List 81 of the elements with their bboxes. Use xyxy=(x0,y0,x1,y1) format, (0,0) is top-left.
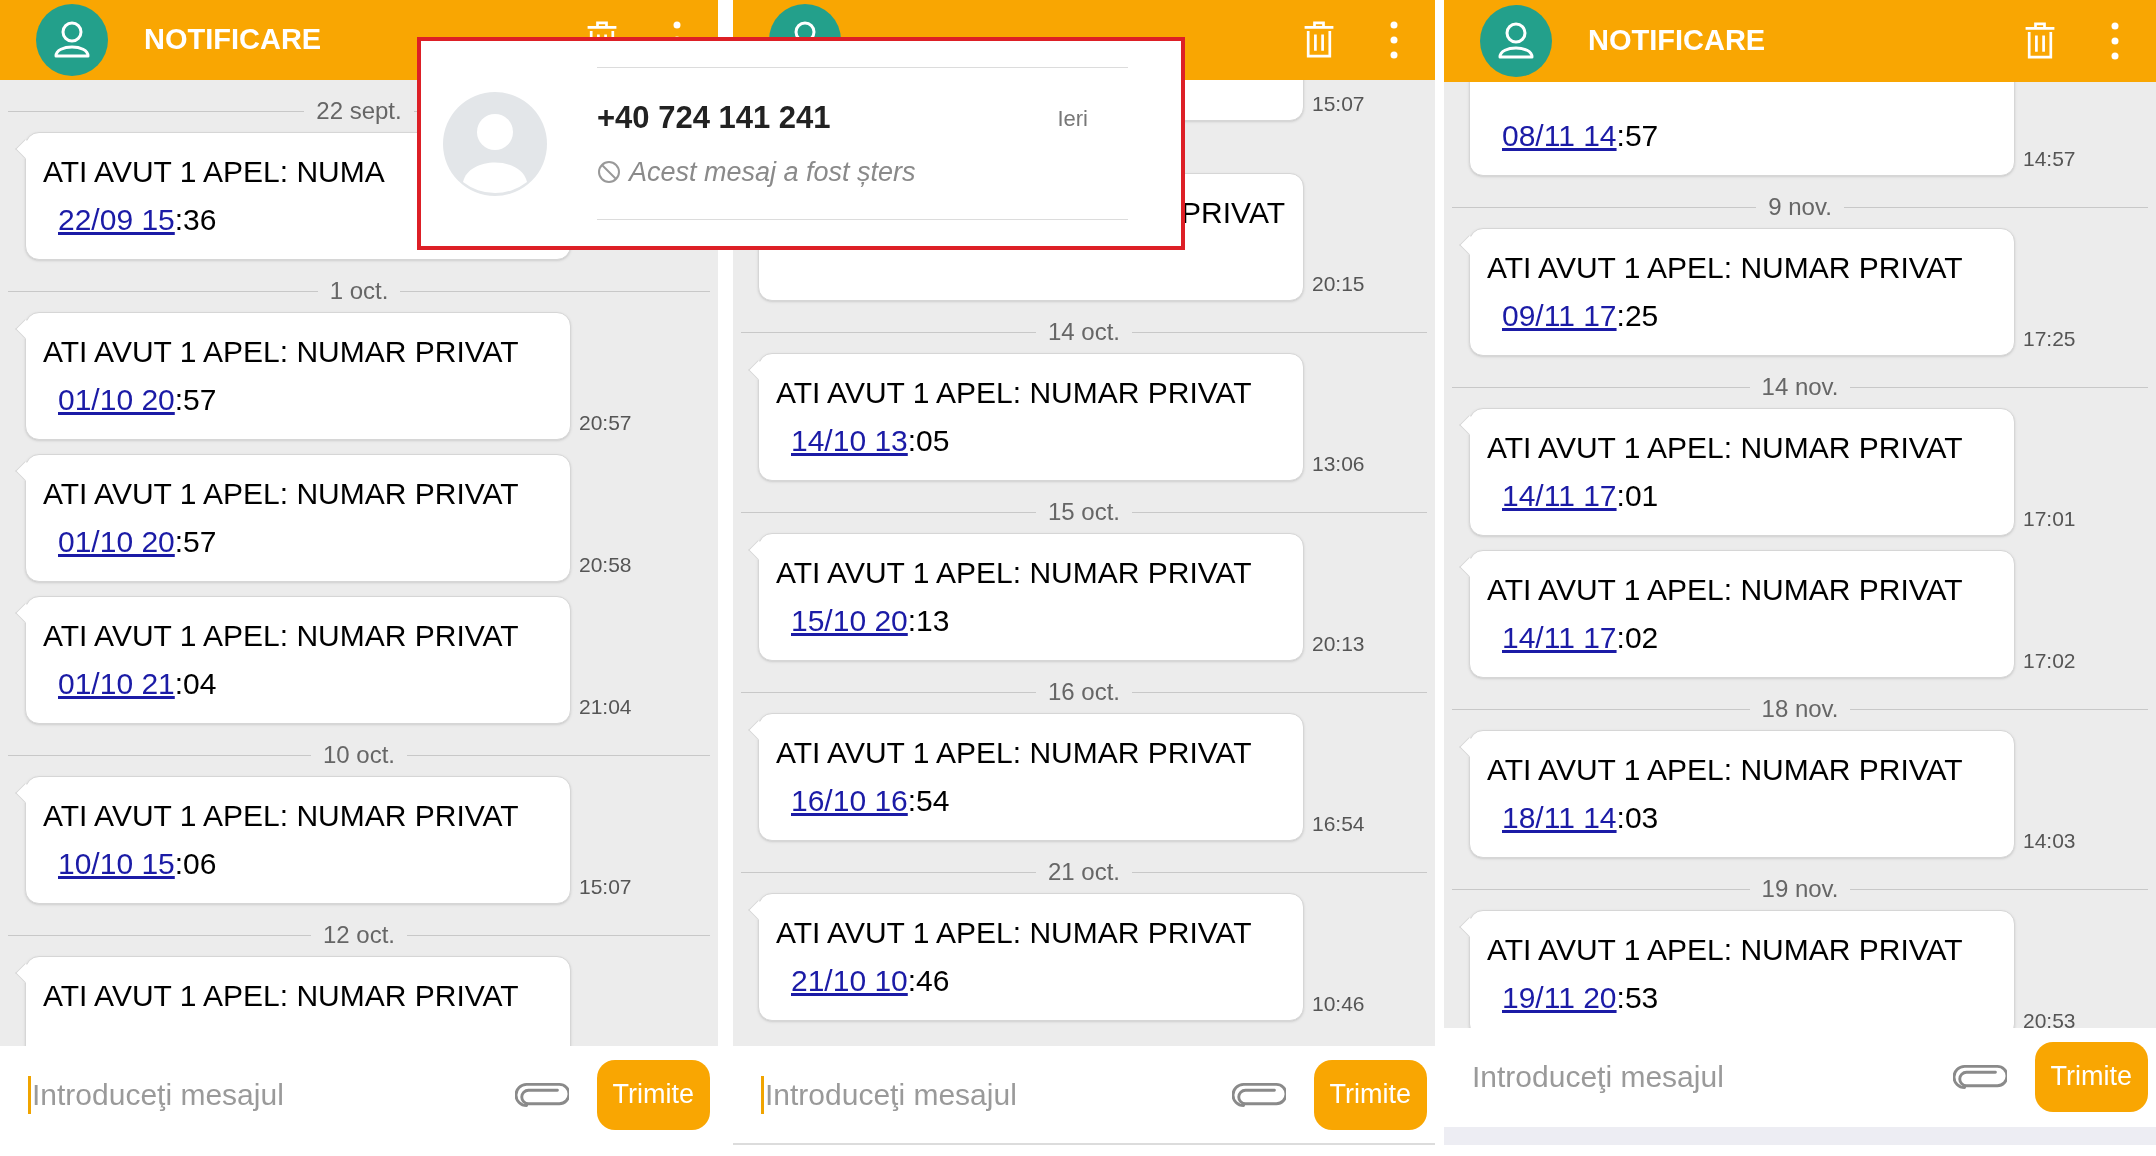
date-link[interactable]: 14/10 13 xyxy=(791,417,908,463)
date-link[interactable]: 08/11 14 xyxy=(1502,112,1617,158)
message-text: ATI AVUT 1 APEL: NUMAR PRIVAT xyxy=(776,374,1252,411)
date-link[interactable]: 09/11 17 xyxy=(1502,292,1617,338)
message-time: 15:07 xyxy=(1312,90,1365,117)
message-time: 21:04 xyxy=(579,693,632,720)
message-text: :06 xyxy=(174,845,217,882)
message-text: :25 xyxy=(1616,297,1659,334)
date-link[interactable]: 16/10 16 xyxy=(791,777,908,823)
notification-time: Ieri xyxy=(1057,104,1088,133)
date-link[interactable]: 18/11 14 xyxy=(1502,794,1617,840)
date-separator: 15 oct. xyxy=(1048,500,1121,524)
sender-name: +40 724 141 241 xyxy=(597,99,831,137)
message-text: ATI AVUT 1 APEL: NUMAR PRIVAT xyxy=(1487,931,1963,968)
date-link[interactable]: 14/11 17 xyxy=(1502,614,1617,660)
date-link[interactable]: 01/10 20 xyxy=(58,518,175,564)
message-time: 15:07 xyxy=(579,873,632,900)
message-time: 20:57 xyxy=(579,409,632,436)
date-link[interactable]: 01/10 21 xyxy=(58,660,175,706)
message-text: :57 xyxy=(174,381,217,418)
message-text: :03 xyxy=(1616,799,1659,836)
date-separator: 1 oct. xyxy=(329,279,389,303)
date-link[interactable]: 19/11 20 xyxy=(1502,974,1617,1020)
message-text: ATI AVUT 1 APEL: NUMAR PRIVAT xyxy=(43,977,519,1014)
message-text: :54 xyxy=(907,782,950,819)
message-text: :57 xyxy=(1616,117,1659,154)
message-text: ATI AVUT 1 APEL: NUMAR PRIVAT xyxy=(43,797,519,834)
message-text: :05 xyxy=(907,422,950,459)
message-time: 16:54 xyxy=(1312,810,1365,837)
message-time: 10:46 xyxy=(1312,990,1365,1017)
date-separator: 9 nov. xyxy=(1768,195,1832,219)
date-separator: 18 nov. xyxy=(1761,697,1839,721)
message-text: ATI AVUT 1 APEL: NUMAR PRIVAT xyxy=(776,914,1252,951)
message-time: 17:02 xyxy=(2023,647,2076,674)
date-link[interactable]: 21/10 10 xyxy=(791,957,908,1003)
message-text: :36 xyxy=(174,201,217,238)
message-text: ATI AVUT 1 APEL: NUMAR PRIVAT xyxy=(1487,249,1963,286)
date-separator: 21 oct. xyxy=(1048,860,1121,884)
message-time: 13:06 xyxy=(1312,450,1365,477)
placeholder-text: Introduceţi mesajul xyxy=(1472,1059,1724,1095)
message-text: ATI AVUT 1 APEL: NUMAR PRIVAT xyxy=(776,554,1252,591)
message-text: ATI AVUT 1 APEL: NUMAR PRIVAT xyxy=(43,617,519,654)
message-time: 20:13 xyxy=(1312,630,1365,657)
message-text: :57 xyxy=(174,523,217,560)
message-time: 17:25 xyxy=(2023,325,2076,352)
message-time: 17:01 xyxy=(2023,505,2076,532)
message-time: 20:15 xyxy=(1312,270,1365,297)
message-text: ATI AVUT 1 APEL: NUMAR PRIVAT xyxy=(43,475,519,512)
message-text: ATI AVUT 1 APEL: NUMAR PRIVAT xyxy=(1487,429,1963,466)
message-text: :04 xyxy=(174,665,217,702)
date-link[interactable]: 22/09 15 xyxy=(58,196,175,242)
message-time: 14:03 xyxy=(2023,827,2076,854)
date-separator: 19 nov. xyxy=(1761,877,1839,901)
message-text: ATI AVUT 1 APEL: NUMA xyxy=(43,153,385,190)
header-title: NOTIFICARE xyxy=(1588,24,1766,57)
message-text: :13 xyxy=(907,602,950,639)
placeholder-text: Introduceţi mesajul xyxy=(32,1077,284,1113)
message-time: 20:53 xyxy=(2023,1007,2076,1028)
message-time: 20:58 xyxy=(579,551,632,578)
message-text: :02 xyxy=(1616,619,1659,656)
date-separator: 16 oct. xyxy=(1048,680,1121,704)
date-link[interactable]: 15/10 20 xyxy=(791,597,908,643)
header-title: NOTIFICARE xyxy=(144,23,322,56)
placeholder-text: Introduceţi mesajul xyxy=(765,1077,1017,1113)
date-separator: 14 oct. xyxy=(1048,320,1121,344)
message-text: :53 xyxy=(1616,979,1659,1016)
message-text: ATI AVUT 1 APEL: NUMAR PRIVAT xyxy=(776,734,1252,771)
message-time: 14:57 xyxy=(2023,145,2076,172)
message-text: ATI AVUT 1 APEL: NUMAR PRIVAT xyxy=(1487,751,1963,788)
date-separator: 14 nov. xyxy=(1761,375,1839,399)
message-text: ATI AVUT 1 APEL: NUMAR PRIVAT xyxy=(43,333,519,370)
message-text: :01 xyxy=(1616,477,1659,514)
date-link[interactable]: 14/11 17 xyxy=(1502,472,1617,518)
date-link[interactable]: 10/10 15 xyxy=(58,840,175,886)
date-separator: 22 sept. xyxy=(316,99,402,123)
deleted-message-text: Acest mesaj a fost șters xyxy=(629,155,916,189)
message-text: ATI AVUT 1 APEL: NUMAR PRIVAT xyxy=(1487,571,1963,608)
message-text: :46 xyxy=(907,962,950,999)
date-separator: 12 oct. xyxy=(323,923,396,947)
date-link[interactable]: 01/10 20 xyxy=(58,376,175,422)
date-separator: 10 oct. xyxy=(323,743,396,767)
